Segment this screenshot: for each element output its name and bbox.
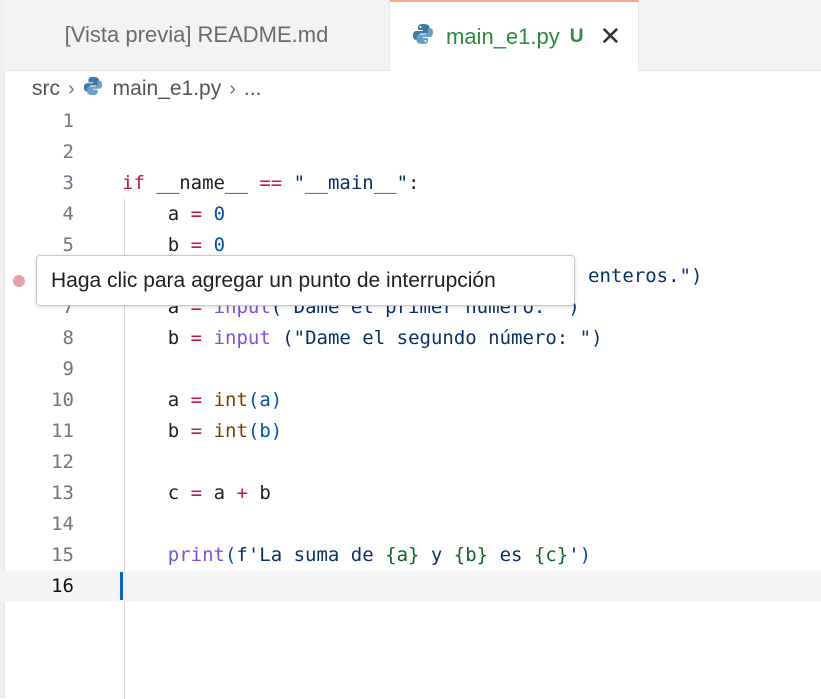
breadcrumb: src › main_e1.py › ... [32, 76, 261, 102]
tab-readme-label: [Vista previa] README.md [64, 22, 329, 47]
code-line[interactable]: 2 [0, 137, 821, 168]
line-number: 2 [62, 141, 74, 163]
breadcrumb-folder-src[interactable]: src [32, 77, 60, 101]
code-line-current[interactable]: 16 [0, 571, 821, 602]
breadcrumb-more[interactable]: ... [244, 77, 262, 101]
code-text: a = 0 [167, 203, 226, 225]
line-number: 14 [51, 513, 74, 535]
tab-main-e1[interactable]: main_e1.py U ✕ [390, 0, 639, 71]
line-number: 13 [51, 482, 74, 504]
untracked-status-badge: U [569, 25, 584, 47]
breakpoint-tooltip: Haga clic para agregar un punto de inter… [36, 255, 575, 306]
breakpoint-hint-icon[interactable] [13, 275, 25, 287]
code-line[interactable]: 10 a = int(a) [0, 385, 821, 416]
line-number: 8 [62, 327, 74, 349]
python-icon [412, 23, 434, 51]
line-number: 9 [62, 358, 74, 380]
code-text: enteros.") [588, 265, 703, 287]
code-text: if __name__ == "__main__": [122, 172, 420, 194]
tab-readme-preview[interactable]: [Vista previa] README.md [4, 0, 390, 70]
code-text: a = int(a) [167, 389, 283, 411]
code-text: b = int(b) [167, 420, 283, 442]
line-number: 1 [62, 110, 74, 132]
text-cursor [120, 572, 123, 600]
line-number: 12 [51, 451, 74, 473]
code-line[interactable]: 9 [0, 354, 821, 385]
code-line[interactable]: 4 a = 0 [0, 199, 821, 230]
code-text: print(f'La suma de {a} y {b} es {c}') [167, 544, 592, 566]
python-icon [83, 76, 103, 102]
code-line[interactable]: 1 [0, 106, 821, 137]
chevron-right-icon: › [68, 77, 75, 100]
line-number: 10 [51, 389, 74, 411]
line-number: 15 [51, 544, 74, 566]
tab-main-label: main_e1.py [446, 23, 560, 49]
code-line[interactable]: 8 b = input ("Dame el segundo número: ") [0, 323, 821, 354]
code-text: b = input ("Dame el segundo número: ") [167, 327, 603, 349]
code-line[interactable]: 13 c = a + b [0, 478, 821, 509]
line-number: 11 [51, 420, 74, 442]
chevron-right-icon: › [229, 77, 236, 100]
tooltip-text: Haga clic para agregar un punto de inter… [51, 268, 496, 292]
code-line[interactable]: 12 [0, 447, 821, 478]
close-icon[interactable]: ✕ [599, 21, 621, 52]
tab-bar: [Vista previa] README.md main_e1.py U ✕ [4, 0, 821, 71]
code-line[interactable]: 14 [0, 509, 821, 540]
breadcrumb-file[interactable]: main_e1.py [113, 77, 222, 101]
line-number: 4 [62, 203, 74, 225]
line-number: 16 [51, 575, 74, 597]
code-line[interactable]: 15 print(f'La suma de {a} y {b} es {c}') [0, 540, 821, 571]
code-line[interactable]: 3 if __name__ == "__main__": [0, 168, 821, 199]
line-number: 3 [62, 172, 74, 194]
code-text: c = a + b [167, 482, 271, 504]
code-line[interactable]: 11 b = int(b) [0, 416, 821, 447]
